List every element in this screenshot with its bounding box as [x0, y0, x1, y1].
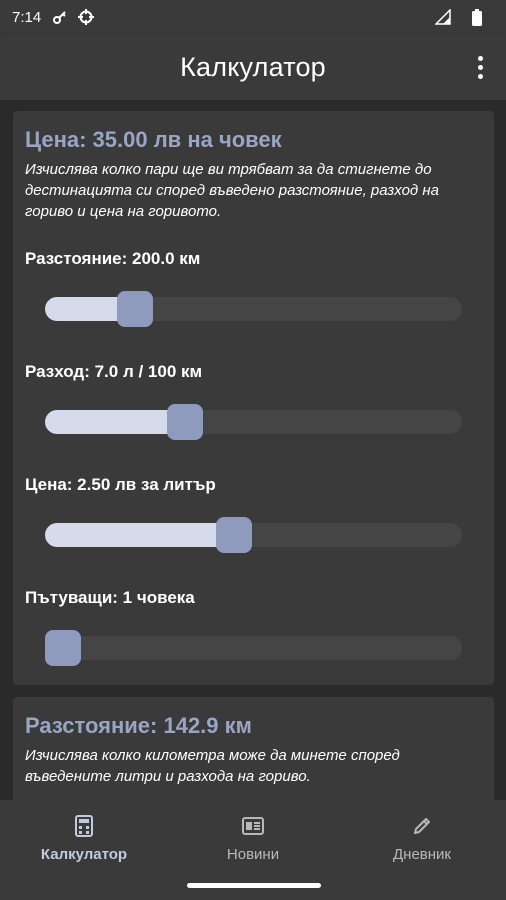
- fuel-price-slider[interactable]: [45, 517, 462, 553]
- home-indicator[interactable]: [187, 883, 321, 888]
- nav-item-calculator[interactable]: Калкулатор: [0, 814, 168, 863]
- signal-icon: [434, 8, 452, 26]
- slider-thumb[interactable]: [45, 630, 81, 666]
- distance-slider[interactable]: [45, 291, 462, 327]
- news-icon: [241, 814, 265, 838]
- app-bar: Калкулатор: [0, 34, 506, 100]
- price-description: Изчислява колко пари ще ви трябват за да…: [25, 161, 439, 220]
- slider-thumb[interactable]: [117, 291, 154, 327]
- nav-item-journal[interactable]: Дневник: [338, 814, 506, 863]
- main-content[interactable]: Цена: 35.00 лв на човек Изчислява колко …: [0, 100, 506, 800]
- distance-description: Изчислява колко километра може да минете…: [25, 747, 400, 785]
- distance-result-title: Разстояние: 142.9 км: [25, 713, 252, 738]
- slider-fill: [45, 523, 235, 547]
- slider-fill: [45, 410, 185, 434]
- travelers-slider[interactable]: [45, 630, 462, 666]
- more-vert-icon[interactable]: [468, 52, 492, 82]
- travelers-slider-label: Пътуващи: 1 човека: [25, 588, 195, 607]
- slider-track: [45, 636, 462, 660]
- nav-item-news[interactable]: Новини: [169, 814, 337, 863]
- price-card: Цена: 35.00 лв на човек Изчислява колко …: [13, 111, 494, 685]
- nav-label-journal: Дневник: [393, 846, 451, 863]
- slider-thumb[interactable]: [166, 404, 203, 440]
- distance-card: Разстояние: 142.9 км Изчислява колко кил…: [13, 697, 494, 800]
- slider-thumb[interactable]: [216, 517, 253, 553]
- key-icon: [51, 8, 69, 26]
- nav-label-calculator: Калкулатор: [40, 846, 128, 863]
- distance-slider-label: Разстояние: 200.0 км: [25, 249, 201, 268]
- crosshair-icon: [77, 8, 95, 26]
- consumption-slider[interactable]: [45, 404, 462, 440]
- status-bar: 7:14: [0, 0, 506, 34]
- consumption-slider-label: Разход: 7.0 л / 100 км: [25, 362, 203, 381]
- app-title: Калкулатор: [180, 51, 326, 82]
- price-result-title: Цена: 35.00 лв на човек: [25, 127, 282, 152]
- battery-icon: [468, 8, 486, 26]
- pencil-icon: [410, 814, 434, 838]
- fuel-price-slider-label: Цена: 2.50 лв за литър: [25, 475, 216, 494]
- status-time: 7:14: [12, 8, 42, 26]
- calculator-icon: [72, 814, 96, 838]
- nav-label-news: Новини: [226, 846, 280, 863]
